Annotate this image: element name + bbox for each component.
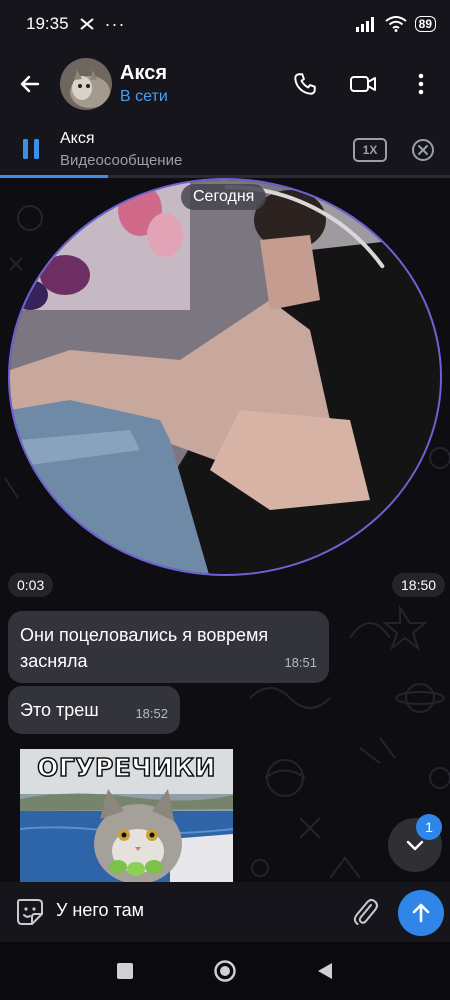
phone-icon (294, 73, 316, 95)
video-timestamp: 18:50 (392, 573, 446, 597)
pause-button[interactable] (16, 134, 46, 164)
sticker-caption: ОГУРЕЧИКИ (36, 752, 216, 783)
video-progress-ring (225, 185, 385, 269)
message-text-line-1: Они поцеловались я вовремя (20, 625, 269, 645)
player-title: Акся (60, 130, 95, 147)
voice-call-button[interactable] (276, 48, 334, 120)
signal-icon (355, 17, 374, 32)
message-input-bar: У него там (0, 882, 450, 942)
media-player-bar[interactable]: Акся Видеосообщение 1X (0, 120, 450, 178)
playback-speed-button[interactable]: 1X (353, 138, 387, 162)
square-icon (117, 963, 133, 979)
video-call-button[interactable] (334, 48, 392, 120)
paperclip-icon (353, 899, 378, 925)
arrow-left-icon (20, 75, 40, 93)
contact-status: В сети (120, 88, 168, 105)
contact-name: Акся (120, 62, 167, 84)
video-camera-icon (350, 76, 376, 92)
status-bar: 19:35 ··· 89 (0, 0, 450, 48)
circle-icon (214, 960, 236, 982)
wifi-icon (385, 16, 407, 32)
pause-icon (23, 139, 39, 159)
close-circle-icon (412, 139, 434, 161)
video-message[interactable] (8, 178, 442, 576)
message-time: 18:52 (135, 706, 168, 721)
sticker-icon (17, 899, 43, 925)
date-separator: Сегодня (181, 184, 267, 210)
vertical-dots-icon (418, 73, 424, 95)
video-duration: 0:03 (8, 573, 54, 597)
back-button[interactable] (0, 48, 60, 120)
contact-info[interactable]: Акся В сети (120, 62, 168, 106)
recent-apps-button[interactable] (113, 959, 137, 983)
triangle-back-icon (318, 963, 332, 979)
back-nav-button[interactable] (313, 959, 337, 983)
chat-area[interactable]: Сегодня 0:03 18:50 Они поцеловались я во… (0, 178, 450, 882)
message-bubble[interactable]: Это треш 18:52 (8, 686, 180, 734)
message-bubble[interactable]: Они поцеловались я вовремя засняла 18:51 (8, 611, 329, 683)
close-player-button[interactable] (410, 137, 436, 163)
message-text-line-2: засняла (20, 651, 88, 671)
more-options-button[interactable] (392, 48, 450, 120)
chat-header: Акся В сети (0, 48, 450, 120)
system-navigation-bar (0, 942, 450, 1000)
unread-count-badge: 1 (416, 814, 442, 840)
vpn-icon (79, 18, 94, 30)
arrow-up-icon (412, 903, 430, 923)
player-subtitle: Видеосообщение (60, 152, 183, 169)
clock: 19:35 (26, 14, 69, 33)
sticker-message[interactable]: ОГУРЕЧИКИ (20, 749, 233, 882)
avatar[interactable] (60, 58, 112, 110)
battery-icon: 89 (414, 16, 436, 32)
attach-button[interactable] (350, 896, 380, 928)
message-time: 18:51 (284, 655, 317, 670)
more-notifications-icon: ··· (104, 13, 126, 34)
send-button[interactable] (398, 890, 444, 936)
home-button[interactable] (213, 959, 237, 983)
sticker-emoji-button[interactable] (14, 896, 46, 928)
message-input[interactable]: У него там (56, 900, 144, 921)
